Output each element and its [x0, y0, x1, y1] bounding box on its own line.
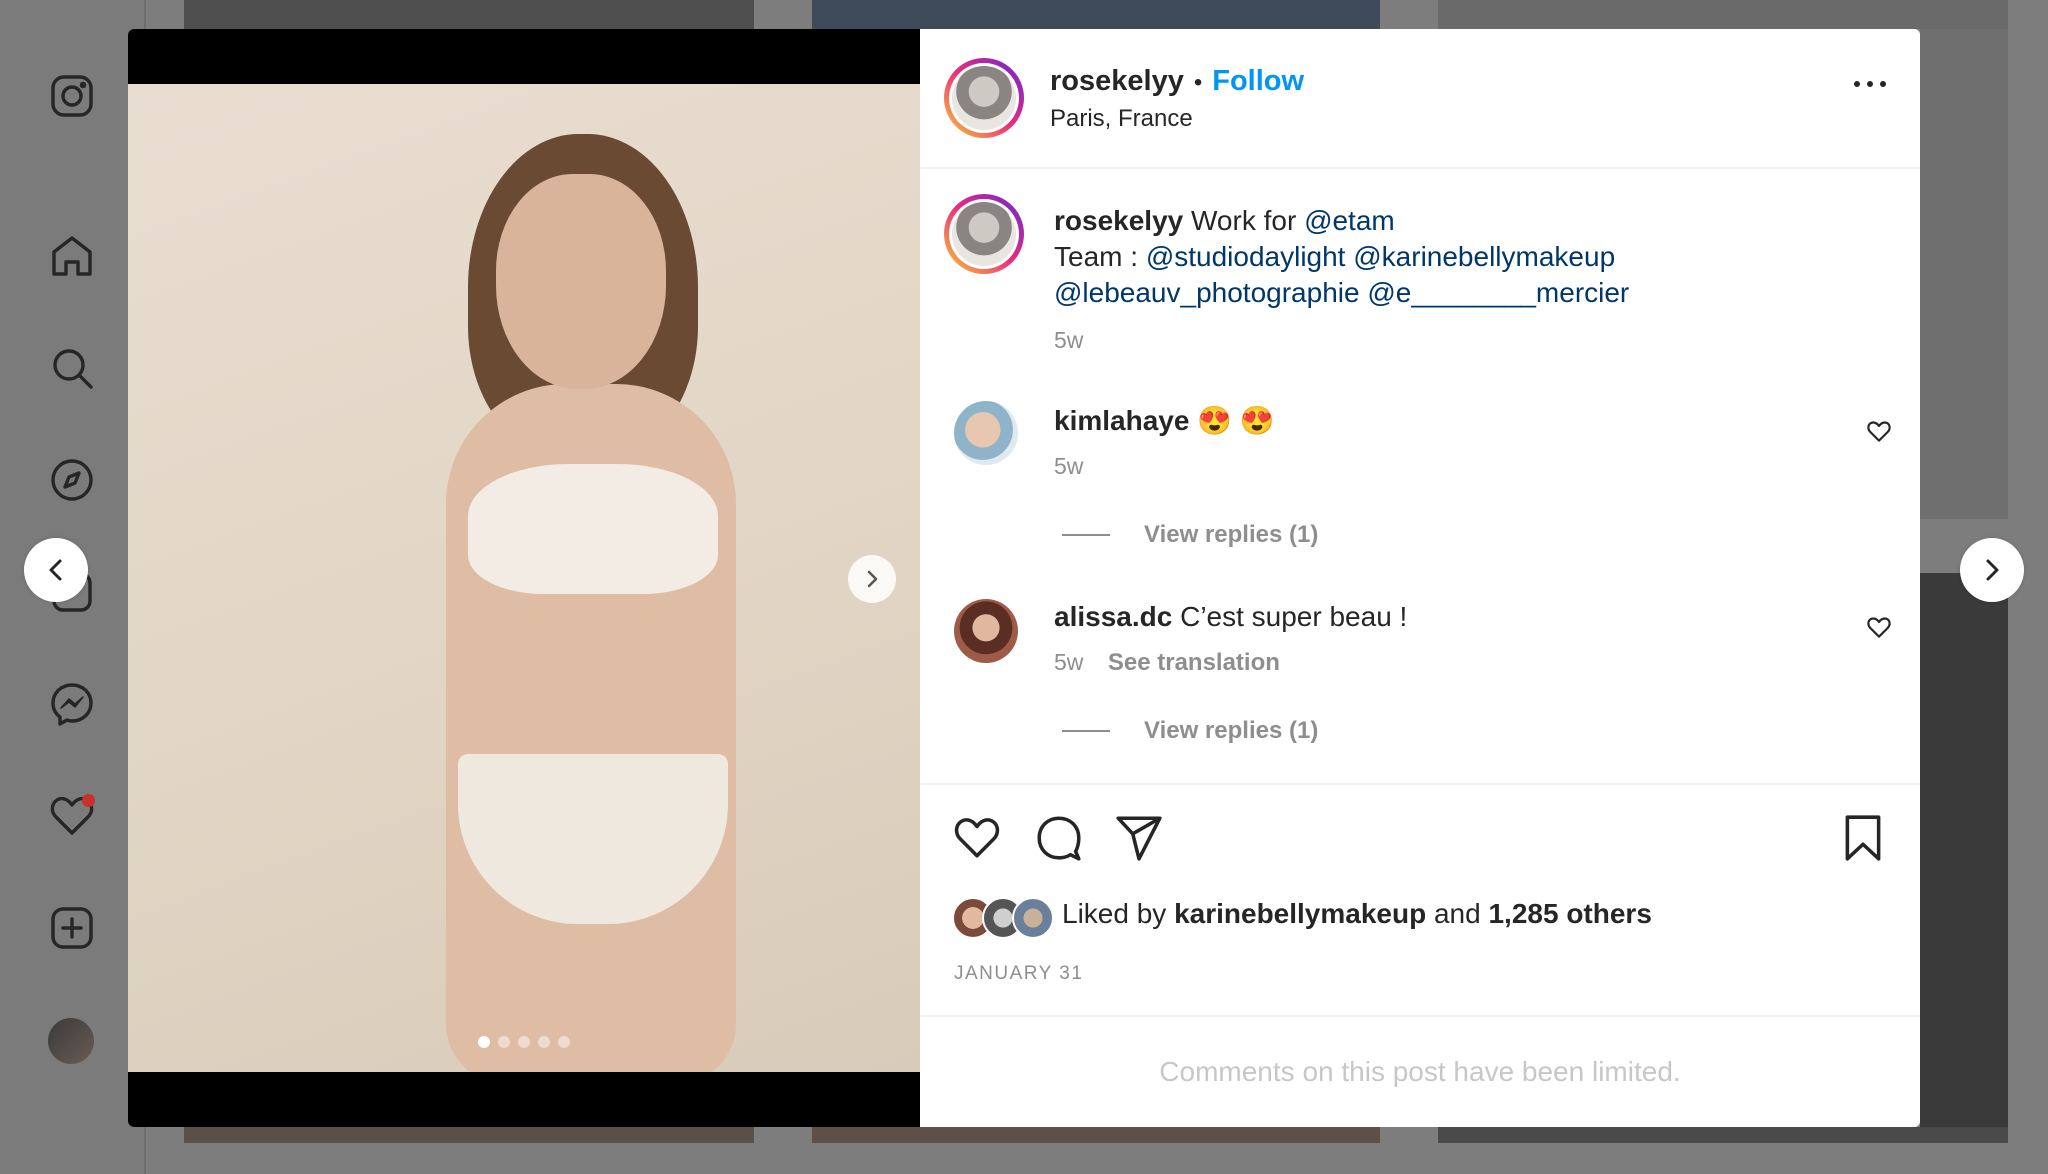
comment-text: 😍 😍	[1197, 405, 1275, 436]
comment-meta: 5w See translation	[1054, 649, 1280, 677]
instagram-icon[interactable]	[44, 68, 100, 124]
likers-avatars[interactable]	[952, 897, 1054, 939]
previous-post-button[interactable]	[24, 538, 88, 602]
chevron-left-icon	[49, 559, 62, 581]
comment-time: 5w	[1054, 649, 1084, 675]
post-panel: rosekelyy • Follow Paris, France rosekelyy…	[920, 29, 1920, 1127]
post-actions: Liked by karinebellymakeup and 1,285 oth…	[920, 783, 1920, 1015]
post-date[interactable]: JANUARY 31	[954, 963, 1083, 985]
view-replies-button[interactable]: View replies (1)	[1062, 521, 1318, 549]
follow-button[interactable]: Follow	[1212, 65, 1304, 97]
liker-avatar	[1012, 897, 1054, 939]
share-icon[interactable]	[1114, 813, 1164, 863]
home-icon[interactable]	[44, 228, 100, 284]
caption-avatar[interactable]	[944, 194, 1024, 274]
slide-indicator	[478, 1036, 570, 1048]
slide-dot	[538, 1036, 550, 1048]
feed-tile	[184, 1127, 754, 1143]
create-icon[interactable]	[44, 900, 100, 956]
notification-dot	[82, 794, 95, 807]
comment-time: 5w	[1054, 453, 1084, 479]
caption-username[interactable]: rosekelyy	[1054, 205, 1183, 236]
slide-dot	[518, 1036, 530, 1048]
caption-time: 5w	[1054, 327, 1084, 353]
liked-by-and: and	[1433, 898, 1481, 929]
view-replies-label: View replies (1)	[1144, 521, 1319, 548]
comment-username[interactable]: alissa.dc	[1054, 601, 1172, 632]
explore-icon[interactable]	[44, 452, 100, 508]
slide-dot	[498, 1036, 510, 1048]
liked-by: Liked by karinebellymakeup and 1,285 oth…	[1062, 898, 1652, 930]
photo-figure	[468, 464, 718, 594]
comments-limited-notice: Comments on this post have been limited.	[920, 1015, 1920, 1127]
liker-username[interactable]: karinebellymakeup	[1174, 898, 1426, 929]
more-options-icon[interactable]	[1854, 81, 1886, 87]
separator: •	[1193, 69, 1203, 96]
comment: alissa.dc C’est super beau !	[1054, 599, 1407, 635]
comment-avatar[interactable]	[954, 401, 1018, 465]
caption: rosekelyy Work for @etam Team : @studiod…	[1054, 203, 1874, 311]
feed-tile	[1920, 29, 2008, 519]
post-photo[interactable]	[128, 84, 920, 1072]
caption-text: Work for	[1191, 205, 1297, 236]
mention-link[interactable]: @e________mercier	[1367, 277, 1629, 308]
comment-username[interactable]: kimlahaye	[1054, 405, 1189, 436]
feed-tile	[812, 0, 1380, 29]
slide-dot	[558, 1036, 570, 1048]
next-post-button[interactable]	[1960, 538, 2024, 602]
comment-avatar[interactable]	[954, 599, 1018, 663]
heart-icon[interactable]	[1866, 419, 1892, 445]
mention-link[interactable]: @studiodaylight	[1146, 241, 1346, 272]
post-header: rosekelyy • Follow Paris, France	[920, 29, 1920, 169]
comment-icon[interactable]	[1034, 813, 1084, 863]
mention-link[interactable]: @lebeauv_photographie	[1054, 277, 1360, 308]
feed-tile	[1920, 573, 2008, 1143]
caption-team-label: Team :	[1054, 241, 1139, 272]
search-icon[interactable]	[44, 340, 100, 396]
mention-link[interactable]: @etam	[1304, 205, 1395, 236]
chevron-right-icon	[867, 570, 878, 588]
feed-tile	[1438, 1127, 2008, 1143]
comment-text: C’est super beau !	[1180, 601, 1408, 632]
feed-tile	[1438, 0, 2008, 29]
comments-section: rosekelyy Work for @etam Team : @studiod…	[920, 169, 1920, 783]
author-username[interactable]: rosekelyy	[1050, 65, 1184, 97]
slide-dot	[478, 1036, 490, 1048]
post-media	[128, 29, 920, 1127]
post-modal: rosekelyy • Follow Paris, France rosekelyy…	[128, 29, 1920, 1127]
view-replies-label: View replies (1)	[1144, 717, 1319, 744]
liked-by-prefix: Liked by	[1062, 898, 1167, 929]
bookmark-icon[interactable]	[1838, 813, 1888, 863]
likes-count[interactable]: 1,285 others	[1488, 898, 1651, 929]
photo-figure	[496, 174, 666, 389]
next-slide-button[interactable]	[848, 555, 896, 603]
mention-link[interactable]: @karinebellymakeup	[1353, 241, 1615, 272]
feed-tile	[812, 1127, 1380, 1143]
messenger-icon[interactable]	[44, 676, 100, 732]
heart-icon[interactable]	[952, 813, 1002, 863]
author-line: rosekelyy • Follow	[1050, 65, 1304, 98]
feed-tile	[184, 0, 754, 29]
see-translation-link[interactable]: See translation	[1108, 649, 1280, 676]
comment: kimlahaye 😍 😍	[1054, 403, 1275, 439]
view-replies-button[interactable]: View replies (1)	[1062, 717, 1318, 745]
profile-avatar[interactable]	[48, 1018, 94, 1064]
post-location[interactable]: Paris, France	[1050, 105, 1193, 133]
chevron-right-icon	[1986, 559, 1999, 581]
heart-icon[interactable]	[1866, 615, 1892, 641]
author-avatar[interactable]	[944, 58, 1024, 138]
